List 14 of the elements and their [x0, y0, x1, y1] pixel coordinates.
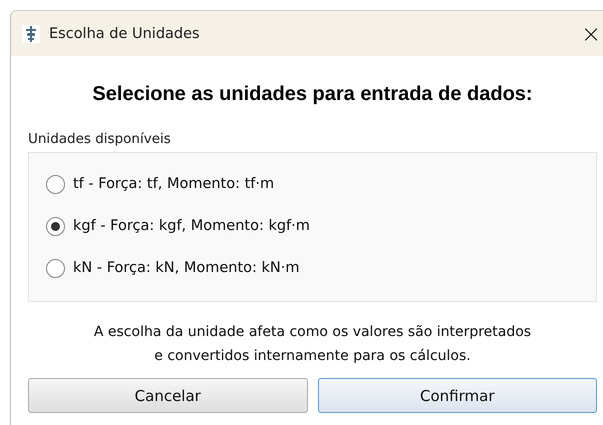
close-button[interactable]: × [581, 22, 601, 46]
info-text: A escolha da unidade afeta como os valores são interpretados e convertidos internamente para os cálculos. [92, 323, 532, 366]
cancel-button[interactable]: Cancelar [28, 378, 308, 413]
option-label[interactable]: kgf - Força: kgf, Momento: kgf·m [73, 218, 310, 234]
radio-button[interactable] [46, 216, 65, 236]
option-label[interactable]: tf - Força: tf, Momento: tf·m [73, 176, 274, 192]
confirm-button[interactable]: Confirmar [318, 378, 597, 413]
option-label[interactable]: kN - Força: kN, Momento: kN·m [73, 260, 300, 276]
app-icon [22, 24, 40, 42]
radio-button[interactable] [46, 174, 65, 194]
window-title: Escolha de Unidades [49, 26, 201, 42]
radio-button[interactable] [46, 258, 65, 278]
dialog-heading: Selecione as unidades para entrada de dados: [91, 83, 534, 106]
group-label: Unidades disponíveis [28, 131, 171, 147]
